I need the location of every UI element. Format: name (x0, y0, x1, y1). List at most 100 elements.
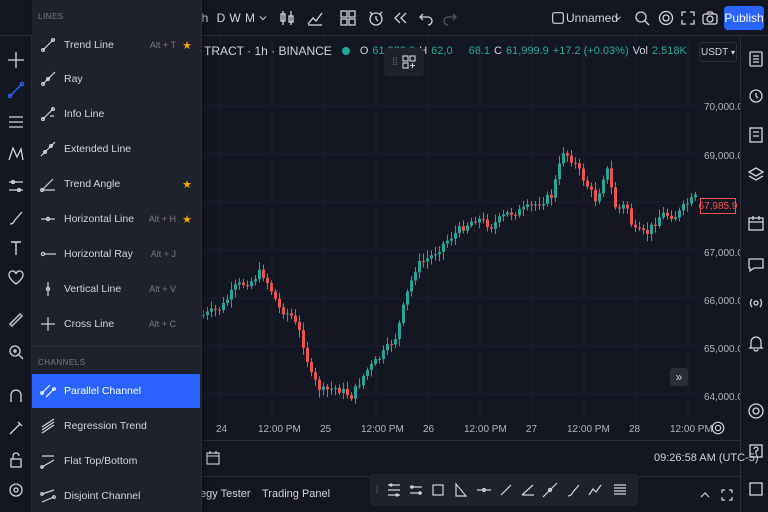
menu-item-horizontal-ray[interactable]: Horizontal Ray Alt + J (32, 237, 200, 271)
layout-icon[interactable] (338, 0, 358, 36)
menu-item-horizontal-line[interactable]: Horizontal Line Alt + H ★ (32, 202, 200, 236)
chevron-up-icon[interactable] (698, 488, 712, 502)
high-value: 62,0 (431, 45, 453, 57)
menu-item-cross-line[interactable]: Cross Line Alt + C (32, 307, 200, 341)
currency-selector[interactable]: USDT ▾ (699, 42, 737, 62)
menu-item-regression-trend[interactable]: Regression Trend (32, 409, 200, 443)
drag-handle-icon[interactable]: ⁞ (372, 480, 382, 500)
trend-line-icon[interactable] (496, 480, 516, 500)
alarm-clock-icon[interactable] (745, 84, 767, 106)
maximize-icon[interactable] (745, 478, 767, 500)
menu-item-info-line[interactable]: Info Line (32, 97, 200, 131)
candle-body (678, 210, 681, 218)
menu-item-trend-angle[interactable]: Trend Angle ★ (32, 167, 200, 201)
brush-icon[interactable] (564, 480, 584, 500)
gear-icon[interactable] (656, 0, 676, 36)
crosshair-icon[interactable] (4, 48, 28, 72)
eye-icon[interactable] (4, 478, 28, 502)
path-icon[interactable] (586, 480, 606, 500)
interval-d[interactable]: D (214, 0, 228, 36)
replay-icon[interactable] (390, 0, 410, 36)
interval-w[interactable]: W (228, 0, 242, 36)
magnet-icon[interactable] (4, 384, 28, 408)
brush-icon[interactable] (4, 206, 28, 230)
broadcast-icon[interactable] (745, 292, 767, 314)
stay-in-drawing-mode-icon[interactable] (4, 416, 28, 440)
candlestick-chart[interactable] (200, 36, 740, 440)
indicators-icon[interactable] (304, 0, 326, 36)
menu-item-extended-line[interactable]: Extended Line (32, 132, 200, 166)
candle-body (410, 280, 413, 292)
tab-strategy-tester[interactable]: egy Tester (200, 488, 251, 500)
triangle-icon[interactable] (450, 480, 470, 500)
alert-icon[interactable] (366, 0, 386, 36)
data-window-icon[interactable] (745, 124, 767, 146)
parallel-channel-icon[interactable] (406, 480, 426, 500)
heart-icon[interactable] (4, 266, 28, 290)
menu-item-trend-line[interactable]: Trend Line Alt + T ★ (32, 28, 200, 62)
candle-body (450, 238, 453, 241)
layers-icon[interactable] (745, 164, 767, 186)
target-icon[interactable] (745, 400, 767, 422)
y-tick: 70,000.0 (704, 102, 743, 113)
zoom-icon[interactable] (4, 340, 28, 364)
floating-toolbar[interactable]: ⁞⁞ (384, 48, 424, 76)
camera-icon[interactable] (700, 0, 720, 36)
fib-icon[interactable] (384, 480, 404, 500)
x-tick: 12:00 PM (258, 424, 301, 435)
search-icon[interactable] (632, 0, 652, 36)
candle-body (686, 203, 689, 205)
notification-bell-icon[interactable] (745, 332, 767, 354)
symbol-title[interactable]: TRACT · 1h · BINANCE (204, 44, 332, 58)
candle-body (510, 212, 513, 215)
axis-settings-icon[interactable] (710, 420, 726, 436)
candle-body (486, 219, 489, 228)
rectangle-icon[interactable] (428, 480, 448, 500)
chevron-down-icon[interactable] (256, 0, 270, 36)
chart-pane[interactable] (200, 36, 740, 440)
prediction-icon[interactable] (4, 174, 28, 198)
candle-body (474, 221, 477, 223)
favorite-star-icon[interactable]: ★ (182, 39, 192, 52)
chat-icon[interactable] (745, 254, 767, 276)
favorite-star-icon[interactable]: ★ (182, 213, 192, 226)
ruler-icon[interactable] (4, 308, 28, 332)
chevron-down-icon[interactable] (612, 0, 624, 36)
candle-body (282, 307, 285, 315)
drag-handle-icon[interactable]: ⁞⁞ (392, 57, 398, 68)
trend-line-tool-icon[interactable] (4, 78, 28, 102)
horizontal-line-icon[interactable] (474, 480, 494, 500)
menu-item-vertical-line[interactable]: Vertical Line Alt + V (32, 272, 200, 306)
menu-item-parallel-channel[interactable]: Parallel Channel (32, 374, 200, 408)
time-display[interactable]: 09:26:58 AM (UTC-5) (654, 452, 759, 464)
watchlist-icon[interactable] (745, 48, 767, 70)
trend-angle-icon[interactable] (518, 480, 538, 500)
menu-item-ray[interactable]: Ray (32, 62, 200, 96)
add-layout-icon[interactable] (402, 55, 416, 69)
fullscreen-icon[interactable] (678, 0, 698, 36)
candle-body (210, 308, 213, 312)
layout-checkbox-icon[interactable] (550, 0, 566, 36)
candle-body (558, 163, 561, 180)
calendar-icon[interactable] (745, 212, 767, 234)
menu-item-disjoint-channel[interactable]: Disjoint Channel (32, 479, 200, 512)
lock-icon[interactable] (4, 448, 28, 472)
tab-trading-panel[interactable]: Trading Panel (262, 488, 330, 500)
x-tick: 12:00 PM (361, 424, 404, 435)
fib-fan-icon[interactable] (610, 480, 630, 500)
extended-line-icon[interactable] (540, 480, 560, 500)
text-icon[interactable] (4, 236, 28, 260)
expand-panel-icon[interactable] (720, 488, 734, 502)
menu-item-flat-top-bottom[interactable]: Flat Top/Bottom (32, 444, 200, 478)
calendar-icon[interactable] (206, 451, 220, 465)
layout-name[interactable]: Unnamed (566, 0, 618, 36)
scroll-to-realtime-button[interactable]: » (670, 368, 688, 386)
publish-button[interactable]: Publish (724, 6, 764, 30)
candle-body (498, 216, 501, 223)
candles-icon[interactable] (278, 0, 296, 36)
patterns-icon[interactable] (4, 142, 28, 166)
undo-icon[interactable] (416, 0, 436, 36)
redo-icon[interactable] (440, 0, 460, 36)
fib-retracement-icon[interactable] (4, 110, 28, 134)
favorite-star-icon[interactable]: ★ (182, 178, 192, 191)
